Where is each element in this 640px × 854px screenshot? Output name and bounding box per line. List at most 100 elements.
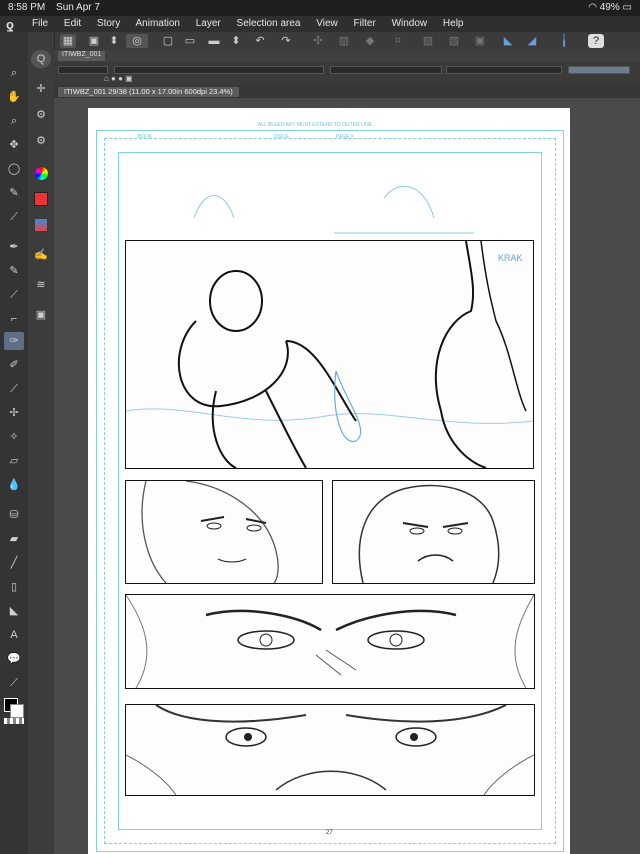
battery-icon: ▭ xyxy=(622,2,632,13)
menu-filter[interactable]: Filter xyxy=(354,18,376,29)
layers-icon[interactable]: ≋ xyxy=(31,276,51,294)
help-icon[interactable]: ? xyxy=(588,34,604,48)
undo-icon[interactable]: ↶ xyxy=(252,34,268,48)
page-label: PAGE # xyxy=(336,134,354,140)
opacity-slider[interactable] xyxy=(330,66,442,74)
panel-3[interactable] xyxy=(332,480,535,584)
stepper2-icon[interactable]: ⬍ xyxy=(228,34,244,48)
menu-layer[interactable]: Layer xyxy=(196,18,221,29)
panel-5-art xyxy=(126,705,534,795)
transparent-color-swatch[interactable] xyxy=(4,718,24,724)
zoom-icon[interactable]: ⌕ xyxy=(4,64,24,82)
fill-icon[interactable]: ◆ xyxy=(362,34,378,48)
menu-selection-area[interactable]: Selection area xyxy=(237,18,301,29)
panel-2-art xyxy=(141,481,279,583)
sub-color-swatch[interactable] xyxy=(10,704,24,718)
panel-4-art xyxy=(126,595,534,688)
color-wheel-icon[interactable] xyxy=(31,164,51,182)
search-icon[interactable]: ⌕ xyxy=(4,112,24,130)
layer-move-icon[interactable]: ✛ xyxy=(31,80,51,98)
brush-preview[interactable] xyxy=(58,66,108,74)
subtab[interactable]: ITIWBZ_001 xyxy=(58,51,106,61)
sub-bar xyxy=(54,50,640,62)
document-tab[interactable]: ITIWBZ_001 29/38 (11.00 x 17.00in 600dpi… xyxy=(58,87,239,97)
eyedropper-icon[interactable]: ⟋ xyxy=(4,208,24,226)
intermediate-color-icon[interactable] xyxy=(31,216,51,234)
special-ruler-icon[interactable]: ◢ xyxy=(524,34,540,48)
fill-bucket-icon[interactable]: ⛁ xyxy=(4,506,24,524)
spiral-icon[interactable]: ◎ xyxy=(126,34,148,48)
ios-status-bar: 8:58 PM Sun Apr 7 ◠ 49% ▭ xyxy=(0,0,640,16)
transform-icon[interactable]: ✣ xyxy=(310,34,326,48)
menu-view[interactable]: View xyxy=(316,18,338,29)
wifi-icon: ◠ xyxy=(588,2,597,13)
status-date: Sun Apr 7 xyxy=(56,2,100,13)
grid-icon[interactable]: ▦ xyxy=(60,34,76,48)
menu-file[interactable]: File xyxy=(32,18,48,29)
stepper-icon[interactable]: ⬍ xyxy=(106,34,122,48)
pen-icon[interactable]: ✒ xyxy=(4,238,24,256)
panel-1-art: KRAK xyxy=(126,241,533,468)
panel-5[interactable] xyxy=(125,704,535,796)
crop-icon[interactable]: ⌗ xyxy=(390,34,406,48)
comic-page[interactable]: ALL BLEED ART MUST EXTEND TO OUTER LINE … xyxy=(88,108,570,854)
stabilization-slider[interactable] xyxy=(568,66,630,74)
selection-pen-icon[interactable]: ✎ xyxy=(4,184,24,202)
open-folder-icon[interactable]: ▭ xyxy=(182,34,198,48)
ruler-snap-icon[interactable]: ◣ xyxy=(500,34,516,48)
blend-icon[interactable]: ✧ xyxy=(4,428,24,446)
decoration-icon[interactable]: ✢ xyxy=(4,404,24,422)
menu-edit[interactable]: Edit xyxy=(64,18,81,29)
book-label: BOOK xyxy=(138,134,153,140)
panel-3-art xyxy=(358,484,500,583)
clear-icon[interactable]: ▨ xyxy=(420,34,436,48)
lasso-icon[interactable]: ◯ xyxy=(4,160,24,178)
eraser-icon[interactable]: ▱ xyxy=(4,452,24,470)
airbrush-icon[interactable]: ⌐ xyxy=(4,310,24,328)
tool-property-bar: ⌂ ● ● ▣ xyxy=(54,62,640,87)
gradient-icon[interactable]: ▰ xyxy=(4,530,24,548)
clear-selection-icon[interactable]: ▧ xyxy=(446,34,462,48)
correct-line-icon[interactable]: ⟋ xyxy=(4,674,24,692)
menu-animation[interactable]: Animation xyxy=(136,18,180,29)
frame-icon[interactable]: ▯ xyxy=(4,578,24,596)
menu-story[interactable]: Story xyxy=(97,18,120,29)
aa-slider[interactable] xyxy=(446,66,562,74)
menu-bar: ƍ File Edit Story Animation Layer Select… xyxy=(0,16,640,32)
pencil-icon[interactable]: ✎ xyxy=(4,262,24,280)
app-logo-icon[interactable]: ƍ xyxy=(6,17,24,32)
brush-icon[interactable]: ⟋ xyxy=(4,286,24,304)
grid-snap-icon[interactable]: ╽ xyxy=(556,34,572,48)
tool-property-icons[interactable]: ⌂ ● ● ▣ xyxy=(104,74,133,83)
blend-drop-icon[interactable]: 💧 xyxy=(4,476,24,494)
scale-icon[interactable]: ▥ xyxy=(336,34,352,48)
redo-icon[interactable]: ↷ xyxy=(278,34,294,48)
settings-gear-icon[interactable]: ⚙ xyxy=(31,106,51,124)
ruler-icon[interactable]: ◣ xyxy=(4,602,24,620)
select-all-icon[interactable]: ▣ xyxy=(472,34,488,48)
menu-help[interactable]: Help xyxy=(443,18,464,29)
marker-icon[interactable]: ✐ xyxy=(4,356,24,374)
panel-2[interactable] xyxy=(125,480,323,584)
color-set-icon[interactable] xyxy=(31,190,51,208)
line-icon[interactable]: ╱ xyxy=(4,554,24,572)
layer-property-icon[interactable]: ⚙ xyxy=(31,132,51,150)
text-icon[interactable]: A xyxy=(4,626,24,644)
quick-access-icon[interactable]: Q xyxy=(31,50,51,68)
move-icon[interactable]: ✥ xyxy=(4,136,24,154)
menu-window[interactable]: Window xyxy=(392,18,428,29)
sub-tool-palette: Q ✛ ⚙ ⚙ ✍ ≋ ▣ xyxy=(28,32,55,854)
balloon-icon[interactable]: 💬 xyxy=(4,650,24,668)
gpen-icon[interactable]: ✑ xyxy=(4,332,24,350)
hand-icon[interactable]: ✋ xyxy=(4,88,24,106)
material-icon[interactable]: ▣ xyxy=(31,306,51,324)
image-icon[interactable]: ▣ xyxy=(86,34,102,48)
paint-brush-icon[interactable]: ⟋ xyxy=(4,380,24,398)
new-file-icon[interactable]: ▢ xyxy=(160,34,176,48)
brush-size-icon[interactable]: ✍ xyxy=(31,246,51,264)
panel-4[interactable] xyxy=(125,594,535,689)
blue-sketch-top xyxy=(193,185,474,234)
save-icon[interactable]: ▬ xyxy=(206,34,222,48)
size-slider[interactable] xyxy=(114,66,324,74)
panel-1[interactable]: KRAK xyxy=(125,240,534,469)
